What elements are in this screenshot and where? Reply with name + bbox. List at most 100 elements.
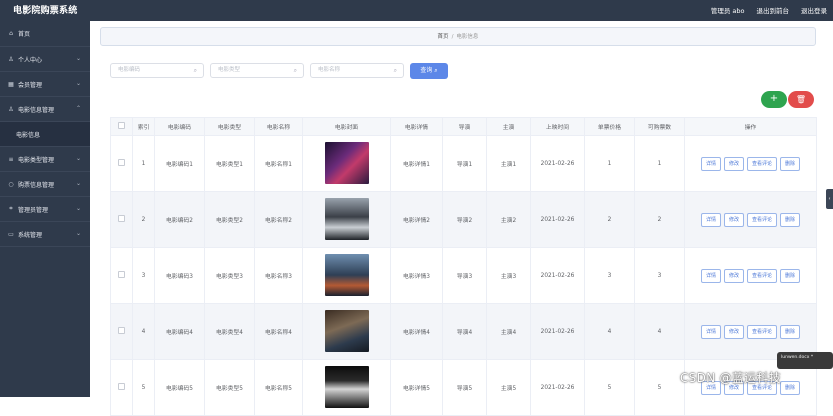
view-reviews-button[interactable]: 查看评论 [747, 156, 778, 171]
breadcrumb-home[interactable]: 首页 [438, 34, 449, 40]
chevron-up-icon: ⌃ [75, 105, 81, 112]
cell-type: 电影类型1 [204, 135, 255, 192]
cell-ops: 详情 修改 查看评论 删除 [684, 135, 817, 192]
bracket-icon: ⌗ [9, 205, 13, 212]
edit-button[interactable]: 修改 [723, 324, 744, 339]
sidebar-item-members[interactable]: ▦ 会员管理 ⌄ [0, 72, 90, 97]
cell-date: 2021-02-26 [530, 247, 585, 304]
row-checkbox[interactable] [110, 303, 133, 360]
movie-poster-image [324, 365, 369, 408]
placeholder-text: 电影类型 [218, 67, 241, 73]
cell-index: 5 [132, 359, 155, 416]
movie-type-search-input[interactable]: 电影类型 ⌕ [210, 63, 304, 78]
view-reviews-button[interactable]: 查看评论 [747, 268, 778, 283]
cell-director: 导演5 [442, 359, 487, 416]
home-icon: ⌂ [9, 30, 13, 37]
sidebar-item-admin-mgmt[interactable]: ⌗ 管理员管理 ⌄ [0, 197, 90, 222]
sidebar-item-label: 电影信息 [16, 131, 41, 139]
row-delete-button[interactable]: 删除 [780, 380, 801, 395]
query-button[interactable]: 查询 ⌕ [410, 63, 448, 79]
watermark: CSDN @蓝运科技 [680, 371, 782, 385]
admin-label: 管理员 abo [710, 7, 745, 15]
row-delete-button[interactable]: 删除 [780, 268, 801, 283]
movie-name-search-input[interactable]: 电影名称 ⌕ [310, 63, 404, 78]
cell-type: 电影类型2 [204, 191, 255, 248]
toast-text: lunwen.docx * [781, 355, 814, 360]
cell-detail: 电影详情3 [390, 247, 443, 304]
cell-type: 电影类型5 [204, 359, 255, 416]
back-to-front-link[interactable]: 退出到前台 [757, 5, 790, 15]
column-header: 可购票数 [634, 117, 685, 136]
cell-poster [302, 359, 391, 416]
sidebar-item-label: 会员管理 [18, 81, 43, 89]
row-checkbox[interactable] [110, 135, 133, 192]
movie-code-search-input[interactable]: 电影编码 ⌕ [110, 63, 204, 78]
breadcrumb: 首页 / 电影信息 [100, 27, 816, 46]
table-row: 4 电影编码4 电影类型4 电影名称4 电影详情4 导演4 主演4 2021-02-26 4 4 详… [110, 303, 817, 360]
column-header: 导演 [442, 117, 487, 136]
sidebar-item-label: 电影类型管理 [18, 156, 55, 164]
logout-link[interactable]: 退出登录 [801, 5, 827, 15]
cell-index: 1 [132, 135, 155, 192]
sidebar-item-label: 系统管理 [18, 231, 43, 239]
cell-actor: 主演4 [486, 303, 531, 360]
cell-index: 2 [132, 191, 155, 248]
edit-button[interactable]: 修改 [723, 156, 744, 171]
cell-date: 2021-02-26 [530, 191, 585, 248]
detail-button[interactable]: 详情 [700, 156, 721, 171]
placeholder-text: 电影编码 [118, 67, 141, 73]
cell-price: 4 [584, 303, 635, 360]
app-title: 电影院购票系统 [13, 6, 78, 16]
edit-button[interactable]: 修改 [723, 212, 744, 227]
row-checkbox[interactable] [110, 247, 133, 304]
cell-date: 2021-02-26 [530, 359, 585, 416]
row-delete-button[interactable]: 删除 [780, 212, 801, 227]
add-button[interactable]: + [761, 91, 787, 108]
cell-count: 4 [634, 303, 685, 360]
row-checkbox[interactable] [110, 359, 133, 416]
sidebar-item-ticket-mgmt[interactable]: ○ 购票信息管理 ⌄ [0, 172, 90, 197]
row-delete-button[interactable]: 删除 [780, 324, 801, 339]
cell-director: 导演2 [442, 191, 487, 248]
sidebar-item-movie-type-mgmt[interactable]: ≡ 电影类型管理 ⌄ [0, 147, 90, 172]
download-toast[interactable]: lunwen.docx * [777, 352, 833, 369]
sidebar-item-profile[interactable]: ♙ 个人中心 ⌄ [0, 47, 90, 72]
sidebar-item-home[interactable]: ⌂ 首页 [0, 21, 90, 47]
detail-button[interactable]: 详情 [700, 268, 721, 283]
select-all-checkbox[interactable] [110, 117, 133, 136]
sidebar-item-system-mgmt[interactable]: ▭ 系统管理 ⌄ [0, 222, 90, 247]
collapse-handle[interactable]: ‹ [826, 189, 833, 209]
table-row: 1 电影编码1 电影类型1 电影名称1 电影详情1 导演1 主演1 2021-02-26 1 1 详… [110, 135, 817, 192]
cell-index: 3 [132, 247, 155, 304]
cell-poster [302, 247, 391, 304]
search-icon: ⌕ [193, 67, 197, 74]
table-row: 3 电影编码3 电影类型3 电影名称3 电影详情3 导演3 主演3 2021-02-26 3 3 详… [110, 247, 817, 304]
list-icon: ≡ [8, 155, 14, 163]
view-reviews-button[interactable]: 查看评论 [747, 324, 778, 339]
detail-button[interactable]: 详情 [700, 212, 721, 227]
cell-code: 电影编码1 [154, 135, 205, 192]
table-row: 2 电影编码2 电影类型2 电影名称2 电影详情2 导演2 主演2 2021-02-26 2 2 详… [110, 191, 817, 248]
cell-count: 1 [634, 135, 685, 192]
view-reviews-button[interactable]: 查看评论 [747, 212, 778, 227]
sidebar-item-movie-info[interactable]: 电影信息 [0, 122, 90, 147]
main-content: 首页 / 电影信息 电影编码 ⌕ 电影类型 ⌕ 电影名称 ⌕ 查询 ⌕ + 🗑 索引 电影… [90, 21, 833, 416]
edit-button[interactable]: 修改 [723, 268, 744, 283]
cell-date: 2021-02-26 [530, 303, 585, 360]
cell-name: 电影名称2 [254, 191, 303, 248]
breadcrumb-current: 电影信息 [456, 34, 479, 40]
sidebar-item-label: 购票信息管理 [18, 181, 55, 189]
cell-name: 电影名称4 [254, 303, 303, 360]
movie-poster-image [324, 309, 369, 352]
delete-button[interactable]: 🗑 [788, 91, 814, 108]
detail-button[interactable]: 详情 [700, 324, 721, 339]
sidebar-item-movie-info-mgmt[interactable]: ♙ 电影信息管理 ⌃ [0, 97, 90, 122]
cell-poster [302, 191, 391, 248]
cell-code: 电影编码4 [154, 303, 205, 360]
row-delete-button[interactable]: 删除 [780, 156, 801, 171]
sidebar-item-label: 个人中心 [18, 56, 43, 64]
cell-name: 电影名称3 [254, 247, 303, 304]
row-checkbox[interactable] [110, 191, 133, 248]
top-bar: 电影院购票系统 管理员 abo 退出到前台 退出登录 [0, 0, 833, 21]
table-header-row: 索引 电影编码 电影类型 电影名称 电影封面 电影详情 导演 主演 上映时间 单… [110, 117, 817, 136]
